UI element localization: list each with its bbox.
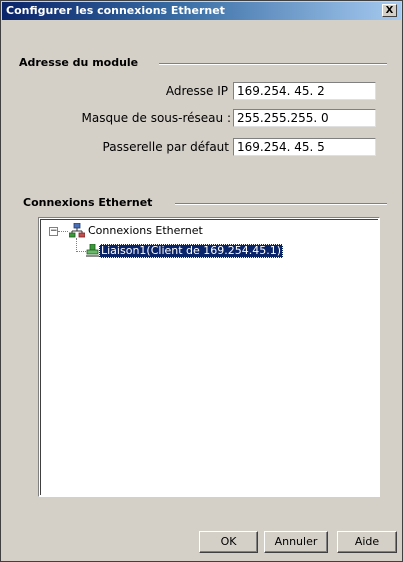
help-button[interactable]: Aide: [337, 531, 397, 553]
ip-address-label: Adresse IP: [165, 84, 228, 98]
tree-connector-child: [76, 251, 86, 252]
network-icon: [69, 223, 85, 238]
help-button-label: Aide: [354, 535, 380, 548]
default-gateway-label: Passerelle par défaut: [102, 140, 229, 154]
ethernet-connections-divider: [175, 203, 387, 205]
tree-connector: [58, 231, 68, 232]
configure-ethernet-dialog: Configurer les connexions Ethernet X Adr…: [0, 0, 403, 562]
cancel-button-label: Annuler: [274, 535, 318, 548]
subnet-mask-label: Masque de sous-réseau :: [81, 111, 231, 125]
close-button[interactable]: X: [382, 4, 397, 17]
tree-panel: − Connexions Ethernet Liaison1(Client de…: [40, 219, 378, 495]
tree-item-liaison1[interactable]: Liaison1(Client de 169.254.45.1): [99, 244, 284, 258]
collapse-icon[interactable]: −: [49, 227, 58, 236]
ok-button-label: OK: [220, 535, 237, 548]
title-bar: Configurer les connexions Ethernet X: [2, 2, 401, 20]
connections-tree[interactable]: − Connexions Ethernet Liaison1(Client de…: [38, 217, 380, 497]
ethernet-connections-heading: Connexions Ethernet: [23, 196, 153, 209]
window-title: Configurer les connexions Ethernet: [6, 4, 225, 17]
module-address-divider: [159, 63, 387, 65]
close-icon: X: [385, 5, 394, 16]
cancel-button[interactable]: Annuler: [264, 531, 328, 553]
default-gateway-input[interactable]: [233, 138, 376, 156]
subnet-mask-input[interactable]: [233, 109, 376, 127]
tree-root-label[interactable]: Connexions Ethernet: [88, 224, 203, 238]
ip-address-input[interactable]: [233, 82, 376, 100]
tree-connector-vertical: [76, 238, 77, 252]
plug-icon: [86, 244, 99, 257]
module-address-heading: Adresse du module: [19, 56, 139, 69]
ok-button[interactable]: OK: [199, 531, 258, 553]
